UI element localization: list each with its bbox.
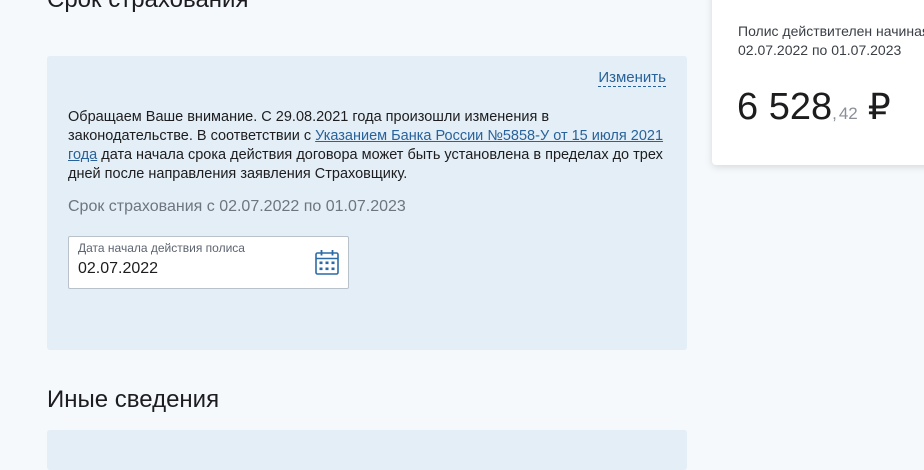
policy-validity-text: Полис действителен начиная с 02.07.2022 … xyxy=(738,22,924,60)
price-separator: , xyxy=(832,104,837,123)
policy-start-date-value[interactable]: 02.07.2022 xyxy=(78,260,158,278)
ruble-sign: ₽ xyxy=(867,86,891,127)
notice-text-end: дата начала срока действия договора може… xyxy=(68,147,663,182)
other-info-panel xyxy=(47,430,687,470)
policy-validity-line2: 02.07.2022 по 01.07.2023 xyxy=(738,42,902,58)
price-kopecks: 42 xyxy=(838,104,858,123)
other-info-heading: Иные сведения xyxy=(47,386,220,413)
policy-validity-line1: Полис действителен начиная с xyxy=(738,23,924,39)
policy-price: 6 528, 42 ₽ xyxy=(737,86,891,129)
legal-notice: Обращаем Ваше внимание. С 29.08.2021 год… xyxy=(68,108,668,184)
insurance-period-panel: Изменить Обращаем Ваше внимание. С 29.08… xyxy=(47,56,687,350)
price-card: Полис действителен начиная с 02.07.2022 … xyxy=(712,0,924,165)
page-heading-fragment: Срок страхования xyxy=(47,0,248,14)
policy-start-date-field[interactable]: Дата начала действия полиса 02.07.2022 xyxy=(68,236,349,289)
price-rubles: 6 528 xyxy=(737,86,833,128)
calendar-icon[interactable] xyxy=(315,249,339,275)
insurance-term-text: Срок страхования с 02.07.2022 по 01.07.2… xyxy=(68,198,406,215)
change-link[interactable]: Изменить xyxy=(598,69,666,87)
policy-start-date-label: Дата начала действия полиса xyxy=(78,241,245,255)
